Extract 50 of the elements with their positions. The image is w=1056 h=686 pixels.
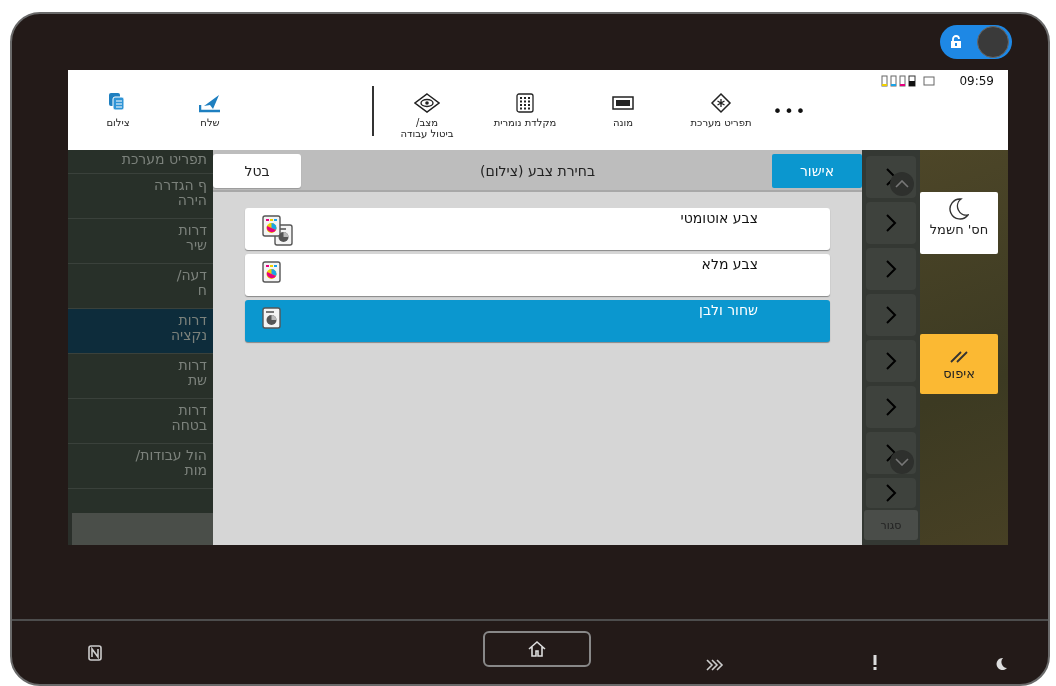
shortcut-button[interactable]: שלח bbox=[170, 92, 250, 128]
chevron-button[interactable] bbox=[866, 478, 916, 508]
chevron-icon bbox=[885, 259, 897, 279]
padlock-icon bbox=[950, 35, 962, 49]
chevron-icon bbox=[885, 443, 897, 463]
chevron-icon bbox=[885, 351, 897, 371]
dialog-title: בחירת צבע (צילום) bbox=[480, 163, 595, 179]
chevron-icon bbox=[885, 483, 897, 503]
chevron-button[interactable] bbox=[866, 294, 916, 336]
menu-item[interactable]: ף הגדרה הירה bbox=[68, 174, 213, 219]
caret-up-icon bbox=[895, 180, 909, 188]
moon-icon bbox=[949, 198, 969, 220]
system-menu-icon bbox=[710, 92, 732, 114]
option-button[interactable]: צבע מלא bbox=[245, 254, 830, 296]
chevron-button[interactable] bbox=[866, 340, 916, 382]
more-button[interactable]: ••• bbox=[770, 102, 810, 121]
chevron-icon bbox=[885, 167, 897, 187]
clock-time: 09:59 bbox=[959, 74, 994, 88]
reset-button[interactable]: איפוס bbox=[920, 334, 998, 394]
eye-icon bbox=[414, 92, 440, 114]
lock-toggle[interactable] bbox=[940, 25, 1012, 59]
nfc-icon bbox=[88, 645, 102, 661]
home-icon bbox=[527, 640, 547, 658]
chevron-icon bbox=[885, 213, 897, 233]
function-button[interactable]: מונה bbox=[574, 92, 672, 128]
chevron-button[interactable] bbox=[866, 248, 916, 290]
option-button[interactable]: צבע אוטומטי bbox=[245, 208, 830, 250]
toner-level-icon bbox=[881, 75, 918, 87]
attention-indicator-icon bbox=[872, 655, 878, 671]
function-button[interactable]: מקלדת נומרית bbox=[476, 92, 574, 128]
function-button[interactable]: תפריט מערכת bbox=[672, 92, 770, 128]
chevron-button[interactable] bbox=[866, 386, 916, 428]
caret-down-icon bbox=[895, 458, 909, 466]
shortcut-button[interactable]: צילום bbox=[78, 92, 158, 128]
menu-item[interactable]: דרות שת bbox=[68, 354, 213, 399]
chevron-button[interactable] bbox=[866, 202, 916, 244]
cast-icon bbox=[923, 76, 936, 86]
function-button[interactable]: מצב/ ביטול עבודה bbox=[378, 92, 476, 139]
home-button[interactable] bbox=[483, 631, 591, 667]
paper-plane-icon bbox=[199, 92, 221, 114]
menu-item[interactable]: דרות נקציה bbox=[68, 309, 213, 354]
chevron-icon bbox=[885, 305, 897, 325]
color-document-icon bbox=[261, 260, 283, 284]
keypad-icon bbox=[516, 92, 534, 114]
energy-saver-button[interactable]: חס' חשמל bbox=[920, 192, 998, 254]
processing-indicator-icon bbox=[706, 659, 724, 671]
chevron-icon bbox=[885, 397, 897, 417]
mono-document-icon bbox=[261, 306, 283, 330]
cancel-button[interactable]: בטל bbox=[213, 154, 301, 188]
moon-icon bbox=[994, 657, 1008, 671]
